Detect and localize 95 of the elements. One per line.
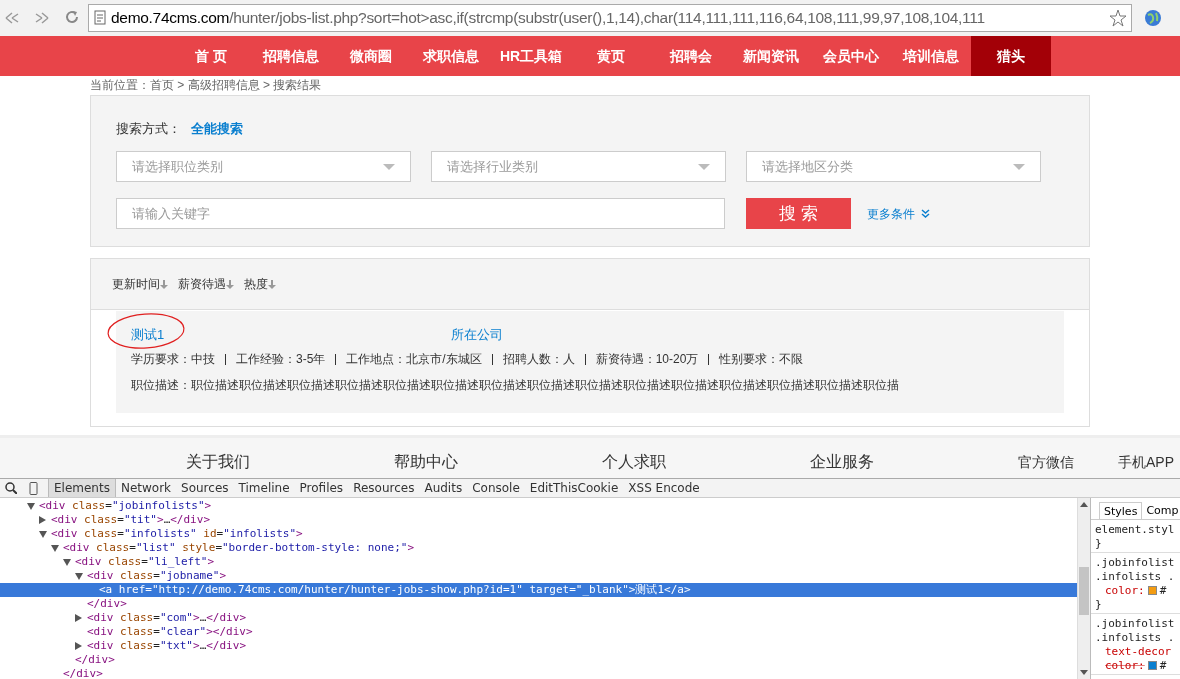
sort-option[interactable]: 薪资待遇 <box>178 275 234 293</box>
url-text: demo.74cms.com/hunter/jobs-list.php?sort=hot>asc,if(strcmp(substr(user(),1,14),char(114,111,111,116,64,108,111,99,97,108,104,111 <box>111 8 985 29</box>
devtools-tab[interactable]: Sources <box>176 479 234 497</box>
scrollbar[interactable] <box>1077 498 1090 679</box>
dom-tree-line[interactable]: <div class="com">…</div> <box>0 611 1077 625</box>
job-detail: 学历要求：中技 <box>131 351 215 368</box>
scrollbar-thumb[interactable] <box>1079 567 1089 615</box>
nav-link[interactable]: 首 页 <box>171 36 251 76</box>
collapsed-arrow-icon <box>39 516 46 524</box>
dom-tree-line[interactable]: </div> <box>0 653 1077 667</box>
css-property: text-decor <box>1104 644 1173 658</box>
styles-tab[interactable]: Comp <box>1142 502 1180 519</box>
job-detail: 工作经验：3-5年 <box>236 351 326 368</box>
job-detail: 性别要求：不限 <box>719 351 804 368</box>
sort-option[interactable]: 更新时间 <box>112 275 168 293</box>
nav-link[interactable]: 微商圈 <box>331 36 411 76</box>
dom-tree-line[interactable]: <div class="infolists" id="infolists"> <box>0 527 1077 541</box>
devtools-tab[interactable]: EditThisCookie <box>524 479 624 497</box>
job-detail: 薪资待遇：10-20万 <box>595 351 699 368</box>
css-selector: element.styl <box>1095 522 1176 536</box>
nav-link[interactable]: 黄页 <box>571 36 651 76</box>
down-arrow-icon <box>268 279 276 289</box>
sort-option[interactable]: 热度 <box>244 275 276 293</box>
nav-link[interactable]: 猎头 <box>971 36 1051 76</box>
search-mode-label: 搜索方式： <box>116 120 181 139</box>
nav-link[interactable]: 新闻资讯 <box>731 36 811 76</box>
css-selector: } <box>1095 536 1103 550</box>
down-arrow-icon <box>226 279 234 289</box>
back-icon[interactable] <box>4 10 20 26</box>
nav-link[interactable]: 会员中心 <box>811 36 891 76</box>
dom-tree-line[interactable]: </div> <box>0 597 1077 611</box>
dom-tree-line[interactable]: <div class="tit">…</div> <box>0 513 1077 527</box>
footer-link[interactable]: 帮助中心 <box>394 452 602 472</box>
nav-link[interactable]: 招聘信息 <box>251 36 331 76</box>
down-arrow-icon <box>160 279 168 289</box>
color-swatch[interactable] <box>1147 585 1157 595</box>
nav-link[interactable]: 求职信息 <box>411 36 491 76</box>
collapsed-arrow-icon <box>75 642 82 650</box>
devtools-tab[interactable]: Network <box>115 479 177 497</box>
css-property: color: # <box>1104 658 1168 672</box>
chevron-down-icon <box>921 209 930 218</box>
dom-tree-line[interactable]: <div class="clear"></div> <box>0 625 1077 639</box>
devtools-tab[interactable]: Console <box>467 479 525 497</box>
forward-icon[interactable] <box>34 10 50 26</box>
footer-link[interactable]: 手机APP <box>1118 452 1174 472</box>
dom-tree-line[interactable]: </div> <box>0 667 1077 679</box>
job-detail: 招聘人数：人 <box>502 351 575 368</box>
nav-link[interactable]: 招聘会 <box>651 36 731 76</box>
styles-tab[interactable]: Styles <box>1099 502 1143 519</box>
nav-link[interactable]: HR工具箱 <box>491 36 571 76</box>
caret-icon <box>1013 163 1025 170</box>
star-icon[interactable] <box>1109 9 1127 27</box>
devtools-tab[interactable]: Timeline <box>233 479 295 497</box>
devtools-tab[interactable]: Profiles <box>294 479 349 497</box>
caret-icon <box>698 163 710 170</box>
css-selector: .infolists . <box>1095 569 1176 583</box>
globe-icon[interactable] <box>1144 9 1162 27</box>
mobile-device-icon[interactable] <box>29 481 38 495</box>
address-bar[interactable]: demo.74cms.com/hunter/jobs-list.php?sort=hot>asc,if(strcmp(substr(user(),1,14),char(114,111,111,116,64,108,111,99,97,108,104,111 <box>88 4 1132 32</box>
footer-link[interactable]: 关于我们 <box>186 452 394 472</box>
dom-tree-line[interactable]: <div class="list" style="border-bottom-style: none;"> <box>0 541 1077 555</box>
more-filters-link[interactable]: 更多条件 <box>867 204 930 223</box>
expanded-arrow-icon <box>27 502 35 510</box>
collapsed-arrow-icon <box>75 614 82 622</box>
search-button[interactable]: 搜 索 <box>746 198 851 229</box>
job-detail: 工作地点：北京市/东城区 <box>346 351 482 368</box>
keyword-field[interactable]: 请输入关键字 <box>116 198 725 229</box>
company-link[interactable]: 所在公司 <box>451 325 503 345</box>
dom-tree-line[interactable]: <div class="jobname"> <box>0 569 1077 583</box>
dom-tree-line[interactable]: <div class="jobinfolists"> <box>0 499 1077 513</box>
devtools-tab[interactable]: Audits <box>419 479 468 497</box>
nav-link[interactable]: 培训信息 <box>891 36 971 76</box>
devtools-tab[interactable]: XSS Encode <box>623 479 705 497</box>
breadcrumb: 当前位置：首页 > 高级招聘信息 > 搜索结果 <box>90 77 323 94</box>
css-property: color: # <box>1104 583 1168 597</box>
caret-icon <box>383 163 395 170</box>
color-swatch[interactable] <box>1147 660 1157 670</box>
footer-link[interactable]: 企业服务 <box>810 452 1018 472</box>
job-title-link[interactable]: 测试1 <box>131 325 451 345</box>
search-icon[interactable] <box>5 482 17 494</box>
dom-tree-line[interactable]: <div class="li_left"> <box>0 555 1077 569</box>
footer-link[interactable]: 官方微信 <box>1018 452 1118 472</box>
search-mode-link[interactable]: 全能搜索 <box>191 119 243 139</box>
css-selector: .infolists . <box>1095 630 1176 644</box>
page-icon <box>93 10 107 26</box>
footer-link[interactable]: 个人求职 <box>602 452 810 472</box>
job-description: 职位描述：职位描述职位描述职位描述职位描述职位描述职位描述职位描述职位描述职位描述职位描述职位描述职位描述职位描述职位描述职位描 <box>131 377 900 394</box>
css-selector: .jobinfolist <box>1095 555 1176 569</box>
devtools-tab[interactable]: Resources <box>348 479 420 497</box>
dom-tree-line[interactable]: <div class="txt">…</div> <box>0 639 1077 653</box>
scroll-down-icon <box>1080 670 1088 675</box>
devtools-tab[interactable]: Elements <box>48 479 116 497</box>
css-selector: } <box>1095 597 1103 611</box>
css-selector: .jobinfolist <box>1095 616 1176 630</box>
scroll-up-icon <box>1080 502 1088 507</box>
